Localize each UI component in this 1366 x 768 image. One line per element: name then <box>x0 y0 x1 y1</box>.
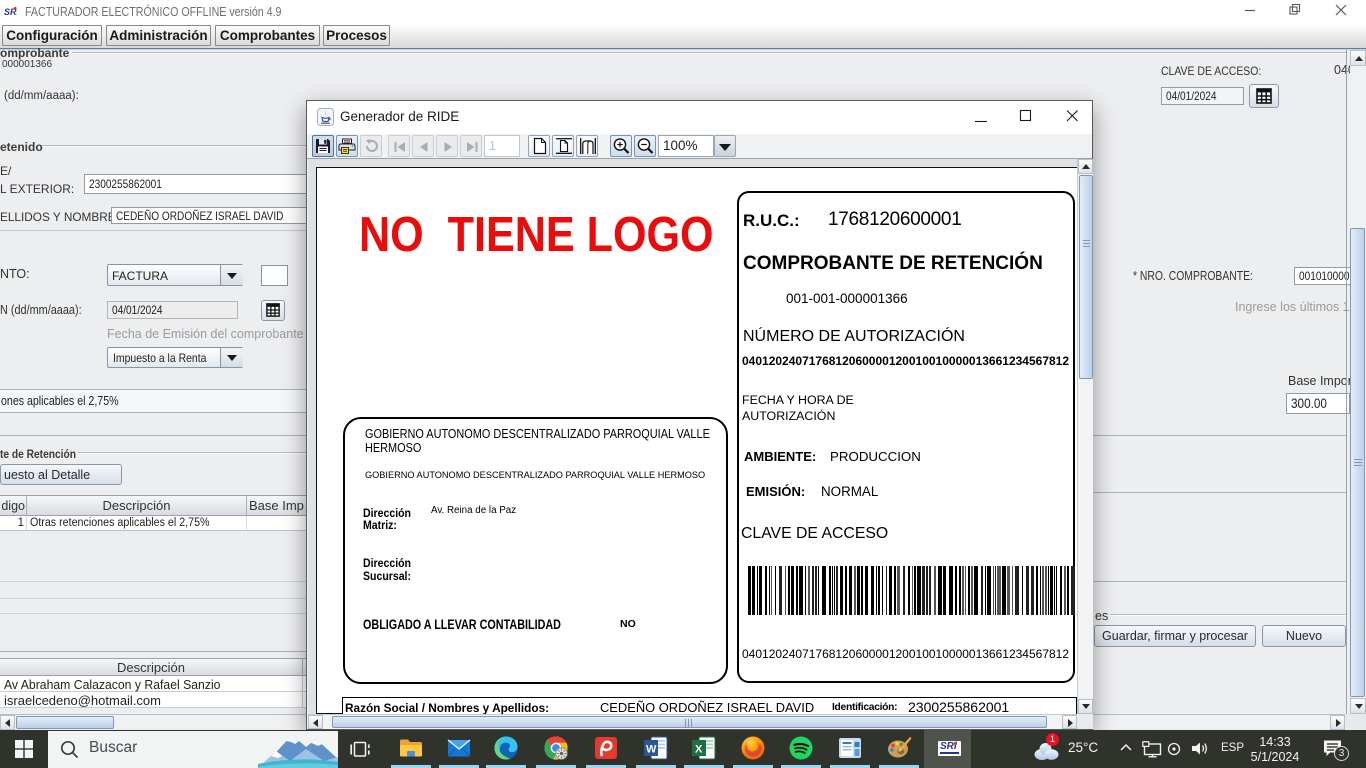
svg-text:X: X <box>695 744 703 756</box>
svg-text:W: W <box>646 744 657 756</box>
